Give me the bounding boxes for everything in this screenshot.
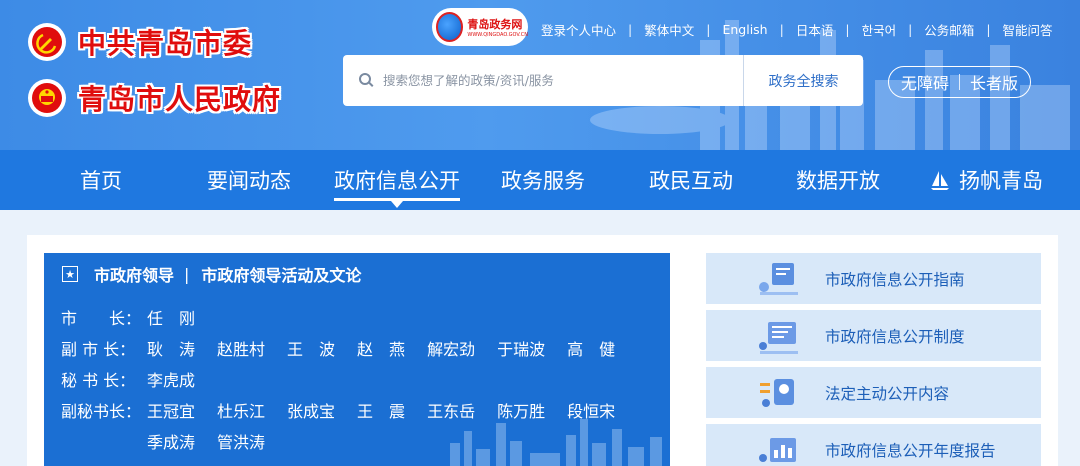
link-japanese[interactable]: 日本语 [793, 20, 837, 39]
nav-open-data[interactable]: 数据开放 [796, 150, 880, 210]
nav-gov-services[interactable]: 政务服务 [501, 150, 585, 210]
leader-role: 副 市 长： [61, 340, 136, 359]
leader-row-mayor: 市 长： 任 刚 [61, 305, 217, 329]
link-statutory-content[interactable]: 法定主动公开内容 [706, 367, 1041, 418]
nav-yangfan-label: 扬帆青岛 [959, 169, 1043, 193]
link-disclosure-guide[interactable]: 市政府信息公开指南 [706, 253, 1041, 304]
content-illustration-icon [760, 379, 794, 407]
leader-name[interactable]: 耿 涛 [147, 336, 195, 360]
link-label: 市政府信息公开指南 [825, 271, 965, 289]
party-emblem-icon [28, 23, 66, 61]
leader-role: 市 长： [61, 309, 142, 328]
barrier-free-button[interactable]: 无障碍 [901, 70, 949, 94]
nav-news[interactable]: 要闻动态 [207, 150, 291, 210]
nav-gov-info-disclosure[interactable]: 政府信息公开 [334, 150, 460, 210]
leader-row-deputy-secretaries: 副秘书长： 王冠宜 杜乐江 张成宝 王 震 王东岳 陈万胜 段恒宋 [61, 398, 637, 422]
leader-row-deputy-secretaries-cont: 季成涛 管洪涛 [61, 429, 287, 453]
leader-name[interactable]: 王冠宜 [147, 398, 195, 422]
search-input[interactable] [383, 65, 733, 95]
government-brand[interactable]: 青岛市人民政府 [28, 78, 281, 118]
qingdao-portal-logo[interactable]: 青岛政务网 WWW.QINGDAO.GOV.CN [432, 8, 528, 46]
globe-icon [436, 12, 464, 42]
link-korean[interactable]: 한국어 [859, 20, 900, 39]
system-illustration-icon [759, 322, 798, 354]
link-annual-report[interactable]: 市政府信息公开年度报告 [706, 424, 1041, 466]
leaders-panel: ★ 市政府领导 | 市政府领导活动及文论 市 长： 任 刚 副 市 长： 耿 涛… [44, 253, 670, 466]
leader-name[interactable]: 赵 燕 [357, 336, 405, 360]
link-english[interactable]: English [719, 22, 770, 37]
portal-logo-en: WWW.QINGDAO.GOV.CN [467, 32, 528, 38]
portal-logo-cn: 青岛政务网 [467, 18, 523, 31]
guide-illustration-icon [759, 263, 798, 295]
leader-name[interactable]: 段恒宋 [567, 398, 615, 422]
leader-name[interactable]: 赵胜村 [217, 336, 265, 360]
link-login[interactable]: 登录个人中心 [538, 20, 619, 39]
link-official-email[interactable]: 公务邮箱 [921, 20, 977, 39]
leader-row-vice-mayors: 副 市 长： 耿 涛 赵胜村 王 波 赵 燕 解宏劲 于瑞波 高 健 [61, 336, 637, 360]
top-links: 登录个人中心 | 繁体中文 | English | 日本语 | 한국어 | 公务邮箱 | 智… [538, 20, 1056, 39]
nav-home[interactable]: 首页 [80, 150, 122, 210]
link-label: 法定主动公开内容 [825, 385, 950, 403]
leader-name[interactable]: 王 震 [357, 398, 405, 422]
national-emblem-icon [28, 79, 66, 117]
leader-role [61, 429, 147, 453]
leaders-subtitle[interactable]: 市政府领导活动及文论 [201, 262, 361, 286]
leader-name[interactable]: 管洪涛 [217, 429, 265, 453]
elder-mode-button[interactable]: 长者版 [970, 70, 1018, 94]
leader-name[interactable]: 陈万胜 [497, 398, 545, 422]
nav-interaction[interactable]: 政民互动 [649, 150, 733, 210]
government-brand-title: 青岛市人民政府 [78, 83, 282, 116]
leader-name[interactable]: 于瑞波 [497, 336, 545, 360]
sail-icon [931, 171, 949, 190]
link-smart-qa[interactable]: 智能问答 [1000, 20, 1056, 39]
leader-name[interactable]: 季成涛 [147, 429, 195, 453]
link-label: 市政府信息公开制度 [825, 328, 965, 346]
link-disclosure-system[interactable]: 市政府信息公开制度 [706, 310, 1041, 361]
leaders-panel-header: ★ 市政府领导 | 市政府领导活动及文论 [62, 262, 361, 286]
site-header: 中共青岛市委 青岛市人民政府 青岛政务网 WWW.QINGDAO.GOV.CN … [0, 0, 1080, 150]
leader-name[interactable]: 王东岳 [427, 398, 475, 422]
leader-name[interactable]: 杜乐江 [217, 398, 265, 422]
search-icon [359, 73, 371, 85]
leader-name[interactable]: 解宏劲 [427, 336, 475, 360]
search-button[interactable]: 政务全搜索 [743, 55, 863, 106]
report-illustration-icon [759, 438, 796, 462]
party-brand-title: 中共青岛市委 [78, 27, 253, 60]
nav-yangfan-qingdao[interactable]: 扬帆青岛 [929, 150, 1043, 210]
link-label: 市政府信息公开年度报告 [825, 442, 996, 460]
disclosure-links: 市政府信息公开指南 市政府信息公开制度 法定主动公开内容 市政府信息公开年度报告 [706, 253, 1041, 466]
accessibility-toggle: 无障碍 长者版 [888, 66, 1031, 98]
link-traditional-chinese[interactable]: 繁体中文 [641, 20, 697, 39]
leader-name[interactable]: 李虎成 [147, 367, 195, 391]
search-bar: 政务全搜索 [343, 55, 863, 106]
leaders-title[interactable]: 市政府领导 [94, 262, 174, 286]
leader-name[interactable]: 任 刚 [147, 305, 195, 329]
leader-role: 副秘书长： [61, 402, 142, 421]
party-brand[interactable]: 中共青岛市委 [28, 22, 252, 62]
star-icon: ★ [62, 266, 78, 282]
leader-role: 秘 书 长： [61, 371, 136, 390]
leader-name[interactable]: 高 健 [567, 336, 615, 360]
leader-name[interactable]: 王 波 [287, 336, 335, 360]
main-nav: 首页 要闻动态 政府信息公开 政务服务 政民互动 数据开放 扬帆青岛 [0, 150, 1080, 210]
leader-row-secretary-general: 秘 书 长： 李虎成 [61, 367, 217, 391]
leader-name[interactable]: 张成宝 [287, 398, 335, 422]
